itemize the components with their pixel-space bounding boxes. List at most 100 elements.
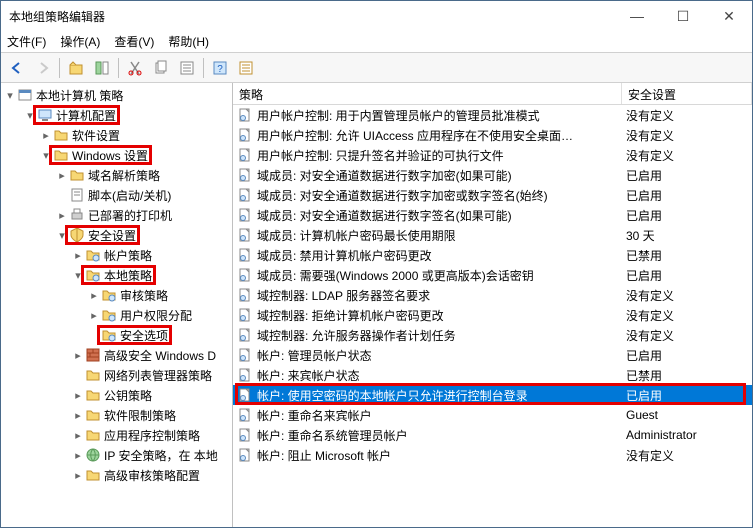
tree-item[interactable]: ▾本地策略 xyxy=(3,265,232,285)
up-button[interactable] xyxy=(64,56,88,80)
menu-action[interactable]: 操作(A) xyxy=(60,33,100,50)
policy-row[interactable]: 域控制器: LDAP 服务器签名要求没有定义 xyxy=(233,285,752,305)
policy-setting: 已禁用 xyxy=(622,367,752,384)
body: ▾本地计算机 策略▾计算机配置 ▸ 软件设置▾Windows 设置▸域名解析策略脚本… xyxy=(1,83,752,527)
show-hide-button[interactable] xyxy=(90,56,114,80)
policy-row[interactable]: 域成员: 对安全通道数据进行数字加密(如果可能)已启用 xyxy=(233,165,752,185)
folder-icon xyxy=(85,427,101,443)
tree-item[interactable]: ▸用户权限分配 xyxy=(3,305,232,325)
tree-item[interactable]: ▸已部署的打印机 xyxy=(3,205,232,225)
expand-icon[interactable]: ▸ xyxy=(71,248,85,262)
firewall-icon xyxy=(85,347,101,363)
policy-row[interactable]: 域成员: 对安全通道数据进行数字签名(如果可能)已启用 xyxy=(233,205,752,225)
policy-icon xyxy=(237,347,253,363)
policy-row[interactable]: 用户帐户控制: 用于内置管理员帐户的管理员批准模式没有定义 xyxy=(233,105,752,125)
tree-item[interactable]: ▸帐户策略 xyxy=(3,245,232,265)
policy-name: 用户帐户控制: 用于内置管理员帐户的管理员批准模式 xyxy=(257,107,622,124)
tree-item[interactable]: ▸IP 安全策略，在 本地 xyxy=(3,445,232,465)
tree-pane[interactable]: ▾本地计算机 策略▾计算机配置 ▸ 软件设置▾Windows 设置▸域名解析策略脚本… xyxy=(1,83,233,527)
minimize-button[interactable]: — xyxy=(614,1,660,31)
policy-setting: 没有定义 xyxy=(622,127,752,144)
expand-icon[interactable]: ▸ xyxy=(87,308,101,322)
folder-icon xyxy=(53,147,69,163)
tree-item[interactable]: ▸应用程序控制策略 xyxy=(3,425,232,445)
close-button[interactable]: ✕ xyxy=(706,1,752,31)
expand-icon[interactable]: ▸ xyxy=(39,128,53,142)
col-policy[interactable]: 策略 xyxy=(233,83,622,104)
policy-row[interactable]: 域成员: 对安全通道数据进行数字加密或数字签名(始终)已启用 xyxy=(233,185,752,205)
menu-view[interactable]: 查看(V) xyxy=(114,33,154,50)
tree-item[interactable]: ▸审核策略 xyxy=(3,285,232,305)
policy-row[interactable]: 域控制器: 拒绝计算机帐户密码更改没有定义 xyxy=(233,305,752,325)
folder-icon xyxy=(85,407,101,423)
tree-item[interactable]: ▾安全设置 xyxy=(3,225,232,245)
policy-row[interactable]: 用户帐户控制: 只提升签名并验证的可执行文件没有定义 xyxy=(233,145,752,165)
policy-row[interactable]: 帐户: 管理员帐户状态已启用 xyxy=(233,345,752,365)
help-button[interactable]: ? xyxy=(208,56,232,80)
expand-icon[interactable] xyxy=(55,188,69,202)
policy-icon xyxy=(237,127,253,143)
window: 本地组策略编辑器 — ☐ ✕ 文件(F) 操作(A) 查看(V) 帮助(H) ?… xyxy=(0,0,753,528)
policy-name: 帐户: 使用空密码的本地帐户只允许进行控制台登录 xyxy=(257,387,622,404)
tree-root[interactable]: ▾本地计算机 策略 xyxy=(3,85,232,105)
separator xyxy=(118,58,119,78)
tree-item[interactable]: ▸域名解析策略 xyxy=(3,165,232,185)
policy-row[interactable]: 域成员: 禁用计算机帐户密码更改已禁用 xyxy=(233,245,752,265)
col-setting[interactable]: 安全设置 xyxy=(622,83,752,104)
policy-name: 域成员: 对安全通道数据进行数字加密(如果可能) xyxy=(257,167,622,184)
tree-item[interactable]: ▸高级安全 Windows D xyxy=(3,345,232,365)
tree-item[interactable]: ▸高级审核策略配置 xyxy=(3,465,232,485)
policy-setting: Administrator xyxy=(622,428,752,442)
folder-icon xyxy=(85,367,101,383)
policy-icon xyxy=(237,367,253,383)
policy-row[interactable]: 域成员: 计算机帐户密码最长使用期限30 天 xyxy=(233,225,752,245)
policy-row[interactable]: 帐户: 重命名来宾帐户Guest xyxy=(233,405,752,425)
tree-item[interactable]: ▾计算机配置 xyxy=(3,105,232,125)
policy-row[interactable]: 域控制器: 允许服务器操作者计划任务没有定义 xyxy=(233,325,752,345)
list-view-button[interactable] xyxy=(234,56,258,80)
expand-icon[interactable]: ▸ xyxy=(71,408,85,422)
cut-button[interactable] xyxy=(123,56,147,80)
folder-sec-icon xyxy=(101,327,117,343)
policy-row[interactable]: 帐户: 阻止 Microsoft 帐户没有定义 xyxy=(233,445,752,465)
expand-icon[interactable]: ▾ xyxy=(39,148,53,162)
expand-icon[interactable]: ▸ xyxy=(71,468,85,482)
menu-help[interactable]: 帮助(H) xyxy=(168,33,209,50)
expand-icon[interactable]: ▸ xyxy=(71,448,85,462)
policy-row[interactable]: 用户帐户控制: 允许 UIAccess 应用程序在不使用安全桌面…没有定义 xyxy=(233,125,752,145)
expand-icon[interactable]: ▾ xyxy=(23,108,37,122)
expand-icon[interactable]: ▸ xyxy=(71,388,85,402)
policy-row[interactable]: 帐户: 来宾帐户状态已禁用 xyxy=(233,365,752,385)
tree-item[interactable]: ▸公钥策略 xyxy=(3,385,232,405)
policy-row[interactable]: 域成员: 需要强(Windows 2000 或更高版本)会话密钥已启用 xyxy=(233,265,752,285)
policy-row[interactable]: 帐户: 重命名系统管理员帐户Administrator xyxy=(233,425,752,445)
tree-item[interactable]: 网络列表管理器策略 xyxy=(3,365,232,385)
tree-label: 软件限制策略 xyxy=(104,407,176,424)
expand-icon[interactable]: ▸ xyxy=(71,348,85,362)
copy-button[interactable] xyxy=(149,56,173,80)
maximize-button[interactable]: ☐ xyxy=(660,1,706,31)
tree-item[interactable]: 安全选项 xyxy=(3,325,232,345)
properties-button[interactable] xyxy=(175,56,199,80)
policy-name: 帐户: 阻止 Microsoft 帐户 xyxy=(257,447,622,464)
back-button[interactable] xyxy=(5,56,29,80)
forward-button[interactable] xyxy=(31,56,55,80)
expand-icon[interactable]: ▾ xyxy=(55,228,69,242)
expand-icon[interactable] xyxy=(71,368,85,382)
expand-icon[interactable]: ▸ xyxy=(55,168,69,182)
expand-icon[interactable] xyxy=(87,328,101,342)
tree-item[interactable]: ▾Windows 设置 xyxy=(3,145,232,165)
tree-item[interactable]: ▸ 软件限制策略 xyxy=(3,405,232,425)
policy-icon xyxy=(237,227,253,243)
tree-item[interactable]: ▸ 软件设置 xyxy=(3,125,232,145)
expand-icon[interactable]: ▾ xyxy=(3,88,17,102)
menu-file[interactable]: 文件(F) xyxy=(7,33,46,50)
policy-row[interactable]: 帐户: 使用空密码的本地帐户只允许进行控制台登录已启用 xyxy=(233,385,752,405)
tree-label: 软件设置 xyxy=(72,127,120,144)
expand-icon[interactable]: ▸ xyxy=(71,428,85,442)
list-body[interactable]: 用户帐户控制: 用于内置管理员帐户的管理员批准模式没有定义用户帐户控制: 允许 … xyxy=(233,105,752,527)
expand-icon[interactable]: ▸ xyxy=(55,208,69,222)
expand-icon[interactable]: ▸ xyxy=(87,288,101,302)
expand-icon[interactable]: ▾ xyxy=(71,268,85,282)
tree-item[interactable]: 脚本(启动/关机) xyxy=(3,185,232,205)
